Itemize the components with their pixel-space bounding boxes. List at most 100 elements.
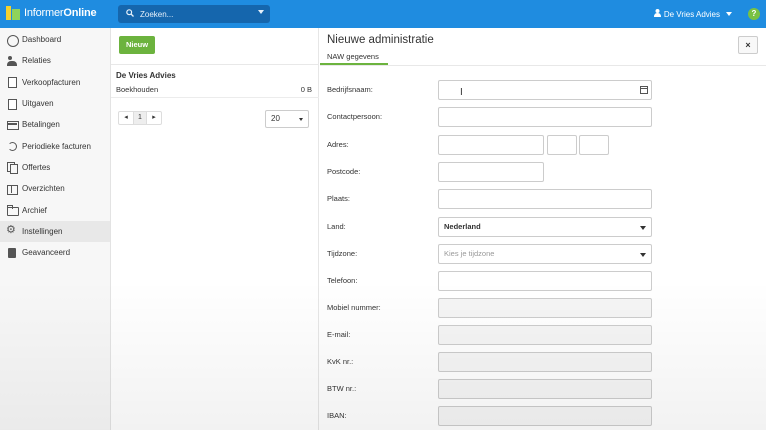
plaats-label: Plaats: [327,194,350,203]
help-icon[interactable]: ? [748,8,760,20]
postcode-input[interactable] [438,162,544,182]
divider [111,64,319,65]
adres-label: Adres: [327,140,349,149]
sidebar-item-uitgaven[interactable]: Uitgaven [0,93,110,114]
sidebar-item-label: Relaties [22,56,51,66]
sidebar-item-dashboard[interactable]: Dashboard [0,29,110,50]
chevron-down-icon [640,253,646,257]
plaats-input[interactable] [438,189,652,209]
sidebar-item-label: Geavanceerd [22,248,71,258]
land-select[interactable]: Nederland [438,217,652,237]
administration-type: Boekhouden [116,85,159,94]
search-bar[interactable]: Zoeken... [118,5,270,23]
text-cursor-icon: I [460,87,463,98]
kvk-label: KvK nr.: [327,357,354,366]
sidebar-item-label: Offertes [22,162,51,172]
book-icon [7,247,17,258]
tijdzone-select[interactable]: Kies je tijdzone [438,244,652,264]
sidebar-item-label: Archief [22,205,47,215]
contactpersoon-input[interactable] [438,107,652,127]
logo-suffix: Online [63,7,97,19]
user-icon [653,9,661,19]
kvk-input[interactable] [438,352,652,372]
credit-card-icon [7,120,19,130]
adres-addition-input[interactable] [579,135,609,155]
administration-name[interactable]: De Vries Advies [116,71,176,80]
land-value: Nederland [444,222,481,231]
new-administration-panel: Nieuwe administratie × NAW gegevens Bedr… [320,28,766,430]
chevron-down-icon[interactable] [258,10,264,14]
table-icon [7,184,18,195]
calendar-icon[interactable] [640,86,648,94]
bedrijfsnaam-input[interactable]: I [438,80,652,100]
top-bar: InformerOnline Zoeken... De Vries Advies… [0,0,766,28]
users-icon [7,55,17,66]
sidebar-item-label: Verkoopfacturen [22,77,81,87]
logo-prefix: Informer [24,7,64,19]
app-logo[interactable]: InformerOnline [6,6,97,20]
sidebar-item-label: Periodieke facturen [22,141,91,151]
divider [320,65,766,66]
adres-street-input[interactable] [438,135,544,155]
gear-icon [6,223,17,236]
mobiel-input[interactable] [438,298,652,318]
telefoon-label: Telefoon: [327,276,358,285]
prev-page-button[interactable]: ◂ [119,112,133,124]
refresh-icon [7,141,17,152]
sidebar: Dashboard Relaties Verkoopfacturen Uitga… [0,28,111,430]
sidebar-item-relaties[interactable]: Relaties [0,50,110,71]
pagination: ◂ 1 ▸ [118,111,162,125]
user-name: De Vries Advies [663,9,720,19]
chevron-down-icon [726,12,732,16]
adres-number-input[interactable] [547,135,577,155]
search-placeholder: Zoeken... [140,9,174,19]
email-input[interactable] [438,325,652,345]
panel-title: Nieuwe administratie [327,34,434,46]
chevron-down-icon [299,118,303,121]
chevron-down-icon [640,226,646,230]
document-icon [7,77,17,89]
sidebar-item-label: Uitgaven [22,99,54,109]
folder-icon [7,205,19,217]
sidebar-item-periodieke-facturen[interactable]: Periodieke facturen [0,135,110,156]
telefoon-input[interactable] [438,271,652,291]
email-label: E-mail: [327,330,351,339]
tijdzone-placeholder: Kies je tijdzone [444,249,495,258]
contactpersoon-label: Contactpersoon: [327,112,383,121]
user-menu[interactable]: De Vries Advies [653,9,732,19]
logo-icon [6,6,20,20]
copy-icon [7,162,18,175]
land-label: Land: [327,222,346,231]
new-button[interactable]: Nieuw [119,36,155,54]
postcode-label: Postcode: [327,167,361,176]
sidebar-item-betalingen[interactable]: Betalingen [0,114,110,135]
bedrijfsnaam-label: Bedrijfsnaam: [327,85,373,94]
sidebar-item-verkoopfacturen[interactable]: Verkoopfacturen [0,72,110,93]
sidebar-item-label: Dashboard [22,35,62,45]
search-icon [126,9,134,19]
receipt-icon [7,98,17,110]
close-button[interactable]: × [738,36,758,54]
next-page-button[interactable]: ▸ [147,112,161,124]
sidebar-item-geavanceerd[interactable]: Geavanceerd [0,242,110,263]
logo-text: InformerOnline [24,7,97,19]
btw-input[interactable] [438,379,652,399]
sidebar-item-label: Overzichten [22,184,65,194]
page-size-value: 20 [271,114,280,123]
mobiel-label: Mobiel nummer: [327,303,381,312]
sidebar-item-archief[interactable]: Archief [0,199,110,220]
sidebar-item-overzichten[interactable]: Overzichten [0,178,110,199]
tijdzone-label: Tijdzone: [327,249,358,258]
sidebar-item-instellingen[interactable]: Instellingen [0,220,110,242]
sidebar-item-label: Instellingen [22,226,63,236]
administration-list: Nieuw De Vries Advies Boekhouden 0 B ◂ 1… [111,28,319,430]
sidebar-item-offertes[interactable]: Offertes [0,157,110,178]
iban-input[interactable] [438,406,652,426]
page-size-select[interactable]: 20 [265,110,309,128]
btw-label: BTW nr.: [327,384,357,393]
current-page[interactable]: 1 [133,112,147,124]
administration-size: 0 B [300,85,312,94]
divider [111,97,319,98]
sidebar-item-label: Betalingen [22,120,60,130]
iban-label: IBAN: [327,411,347,420]
